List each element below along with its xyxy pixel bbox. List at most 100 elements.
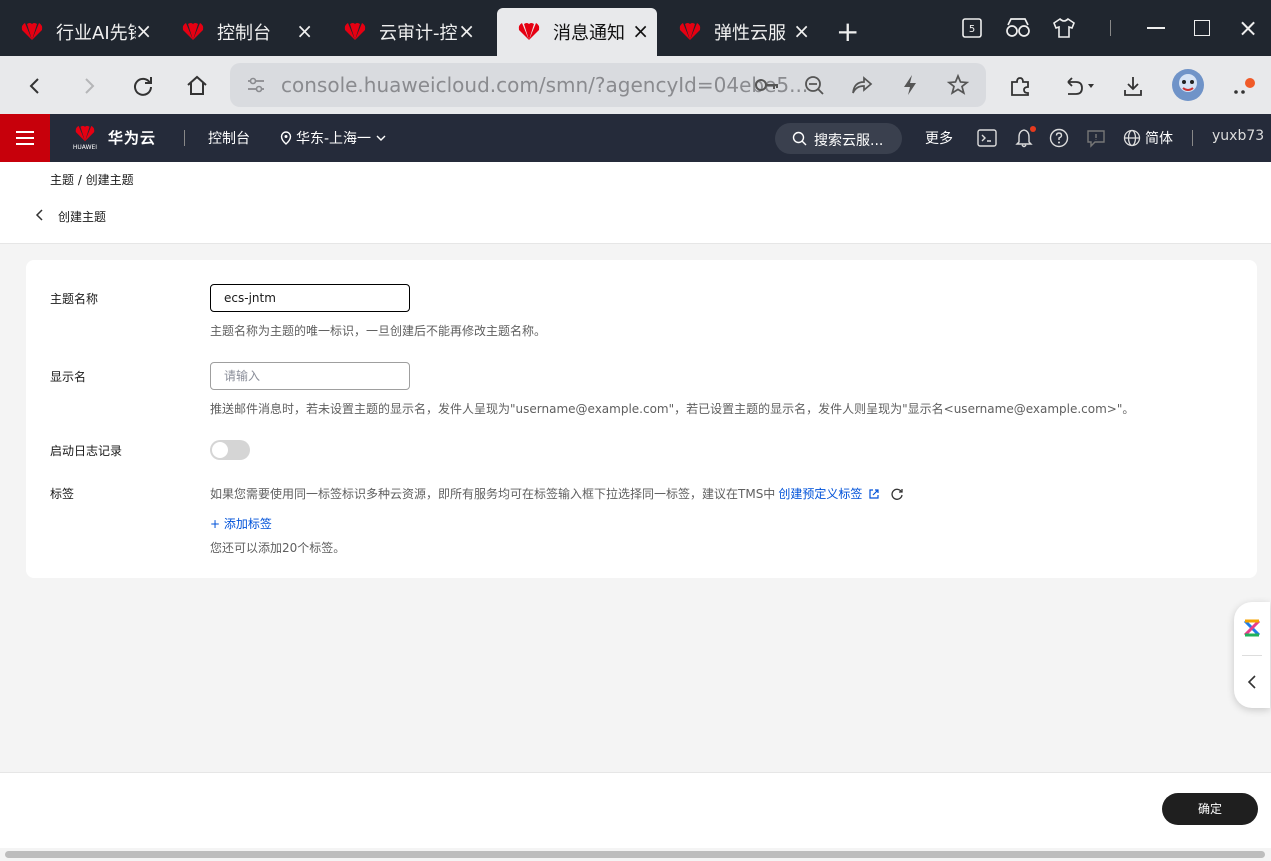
cloud-service-search[interactable]: 搜索云服...	[775, 123, 902, 154]
topic-name-input[interactable]: ecs-jntm	[210, 284, 410, 312]
refresh-icon[interactable]	[890, 487, 904, 501]
more-menu[interactable]: 更多	[925, 128, 953, 148]
maximize-icon[interactable]	[1179, 0, 1225, 56]
chevron-left-icon[interactable]	[35, 209, 45, 221]
confirm-button[interactable]: 确定	[1162, 793, 1258, 825]
assistant-logo-icon[interactable]	[1242, 618, 1262, 638]
address-bar[interactable]: console.huaweicloud.com/smn/?agencyId=04…	[230, 63, 986, 107]
external-link-icon[interactable]	[868, 488, 880, 500]
tab-console[interactable]: 控制台 ×	[161, 8, 321, 56]
tab-cloud-audit[interactable]: 云审计-控 ×	[323, 8, 483, 56]
window-badge: 5	[969, 24, 975, 35]
zoom-out-icon[interactable]	[803, 74, 825, 96]
tags-remaining: 您还可以添加20个标签。	[210, 541, 346, 555]
logo-text: HUAWEI	[72, 144, 98, 151]
cloud-shell-icon[interactable]	[977, 129, 997, 147]
huawei-logo-icon	[75, 125, 95, 142]
create-topic-form: 主题名称 ecs-jntm 主题名称为主题的唯一标识，一旦创建后不能再修改主题名…	[26, 260, 1257, 578]
window-controls: 5 ×	[949, 0, 1271, 56]
console-top-nav: HUAWEI 华为云 控制台 华东-上海一 搜索云服... 更多 简体 yuxb…	[0, 114, 1271, 162]
search-icon	[792, 131, 807, 146]
tags-help: 如果您需要使用同一标签标识多种云资源，即所有服务均可在标签输入框下拉选择同一标签…	[210, 485, 904, 502]
display-name-input[interactable]: 请输入	[210, 362, 410, 390]
chevron-left-icon[interactable]	[1246, 674, 1258, 690]
download-icon[interactable]	[1118, 71, 1148, 101]
scrollbar-thumb[interactable]	[5, 851, 1265, 858]
toggle-knob	[212, 442, 228, 458]
tab-message-notification[interactable]: 消息通知 ×	[497, 8, 657, 56]
page-title: 创建主题	[58, 210, 107, 224]
divider	[1192, 130, 1193, 146]
site-settings-icon[interactable]	[246, 76, 266, 94]
log-toggle[interactable]	[210, 440, 250, 460]
home-icon[interactable]	[182, 71, 212, 101]
separator	[1087, 0, 1133, 56]
huawei-logo-icon	[21, 23, 43, 40]
language-selector[interactable]: 简体	[1123, 128, 1173, 148]
browser-tab-strip: 行业AI先锋 × 控制台 × 云审计-控 × 消息通知 × 弹性云服 × + 5…	[0, 0, 1271, 56]
workspaces-icon[interactable]: 5	[949, 0, 995, 56]
tags-help-text: 如果您需要使用同一标签标识多种云资源，即所有服务均可在标签输入框下拉选择同一标签…	[210, 487, 776, 501]
shirt-icon[interactable]	[1041, 0, 1087, 56]
topic-name-help: 主题名称为主题的唯一标识，一旦创建后不能再修改主题名称。	[210, 324, 547, 338]
notification-bell-icon[interactable]	[1014, 126, 1036, 148]
display-name-help: 推送邮件消息时，若未设置主题的显示名，发件人呈现为"username@examp…	[210, 402, 1135, 416]
back-arrow-icon[interactable]	[20, 71, 50, 101]
new-tab-plus-icon[interactable]: +	[836, 18, 859, 46]
star-icon[interactable]	[946, 73, 970, 97]
share-icon[interactable]	[850, 74, 874, 96]
footer-action-bar: 确定	[0, 772, 1271, 848]
profile-avatar-icon[interactable]	[1170, 67, 1206, 103]
create-predefined-tag-link[interactable]: 创建预定义标签	[778, 485, 862, 502]
extensions-icon[interactable]	[1005, 71, 1035, 101]
console-link[interactable]: 控制台	[208, 128, 250, 148]
add-tag-button[interactable]: + 添加标签	[210, 515, 272, 532]
chevron-down-icon	[376, 135, 386, 141]
close-icon[interactable]: ×	[296, 21, 313, 41]
tags-label: 标签	[50, 487, 75, 501]
tab-title: 云审计-控	[379, 23, 458, 44]
tab-title: 弹性云服	[714, 23, 786, 44]
location-pin-icon	[280, 131, 292, 145]
globe-icon	[1123, 129, 1141, 147]
floating-assistant-widget	[1234, 602, 1270, 708]
region-label: 华东-上海一	[296, 131, 372, 147]
user-account[interactable]: yuxb73	[1212, 128, 1264, 144]
language-label: 简体	[1145, 131, 1173, 147]
forward-arrow-icon[interactable]	[74, 71, 104, 101]
page-header: 主题 / 创建主题 创建主题	[0, 162, 1271, 244]
close-window-icon[interactable]: ×	[1225, 0, 1271, 56]
huawei-logo-icon	[344, 23, 366, 40]
log-label: 启动日志记录	[50, 444, 123, 458]
tab-ecs[interactable]: 弹性云服 ×	[658, 8, 818, 56]
browser-toolbar: console.huaweicloud.com/smn/?agencyId=04…	[0, 56, 1271, 114]
password-key-icon[interactable]	[754, 74, 780, 96]
display-name-label: 显示名	[50, 370, 87, 384]
tab-title: 控制台	[217, 23, 271, 44]
close-icon[interactable]: ×	[793, 21, 810, 41]
feedback-icon[interactable]	[1086, 128, 1106, 148]
menu-hamburger-icon[interactable]	[0, 114, 50, 162]
more-menu-icon[interactable]	[1228, 71, 1258, 101]
tab-title: 行业AI先锋	[56, 23, 136, 44]
close-icon[interactable]: ×	[458, 21, 475, 41]
close-icon[interactable]: ×	[632, 21, 649, 41]
incognito-icon[interactable]	[995, 0, 1041, 56]
horizontal-scrollbar[interactable]	[0, 848, 1271, 861]
region-selector[interactable]: 华东-上海一	[280, 128, 387, 148]
divider	[184, 130, 185, 146]
help-icon[interactable]	[1049, 128, 1069, 148]
huawei-logo-icon	[679, 23, 701, 40]
minimize-icon[interactable]	[1133, 0, 1179, 56]
url-text: console.huaweicloud.com/smn/?agencyId=04…	[281, 73, 809, 97]
undo-dropdown-icon[interactable]	[1058, 71, 1102, 101]
huawei-logo-icon	[182, 23, 204, 40]
huawei-logo-icon	[518, 23, 540, 40]
close-icon[interactable]: ×	[135, 21, 152, 41]
refresh-icon[interactable]	[128, 71, 158, 101]
breadcrumb[interactable]: 主题 / 创建主题	[50, 171, 134, 188]
brand-name: 华为云	[108, 129, 157, 147]
huawei-cloud-brand[interactable]: HUAWEI 华为云	[72, 124, 156, 151]
lightning-icon[interactable]	[900, 73, 920, 97]
tab-industry-ai[interactable]: 行业AI先锋 ×	[0, 8, 160, 56]
